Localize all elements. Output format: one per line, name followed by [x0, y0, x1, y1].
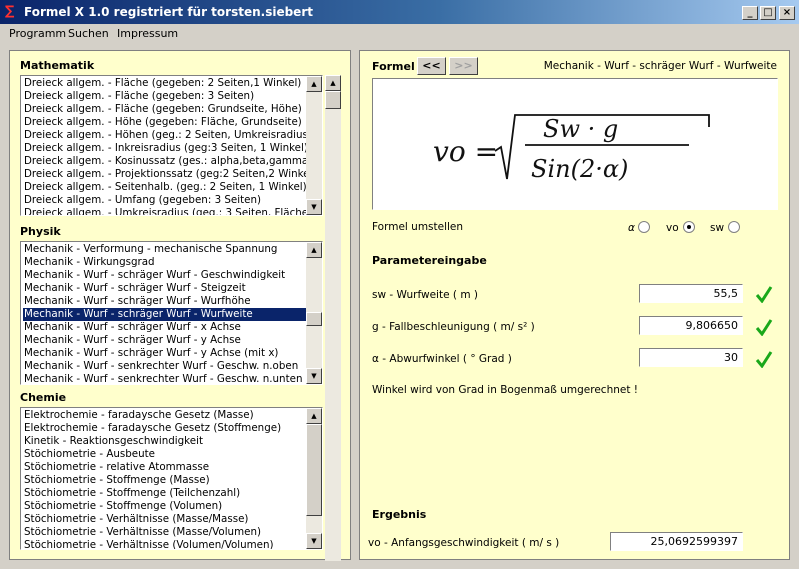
mathematik-scrollbar[interactable]: ▲ ▼ — [306, 76, 322, 215]
list-item[interactable]: Dreieck allgem. - Fläche (gegeben: 2 Sei… — [23, 77, 306, 90]
list-item[interactable]: Stöchiometrie - Stoffmenge (Masse) — [23, 474, 306, 487]
title-bar: ∑ Formel X 1.0 registriert für torsten.s… — [0, 0, 799, 24]
scroll-down-icon[interactable]: ▼ — [306, 368, 322, 384]
radio-vo-label: vo — [666, 222, 679, 234]
scroll-thumb[interactable] — [325, 91, 341, 109]
list-item[interactable]: Stöchiometrie - Verhältnisse (Masse/Mass… — [23, 513, 306, 526]
maximize-button[interactable]: □ — [760, 6, 776, 20]
next-formula-button[interactable]: >> — [449, 57, 478, 75]
list-item[interactable]: Stöchiometrie - Verhältnisse (Volumen/Vo… — [23, 539, 306, 549]
list-item[interactable]: Stöchiometrie - Verhältnisse (Masse/Volu… — [23, 526, 306, 539]
minimize-button[interactable]: _ — [742, 6, 758, 20]
chemie-scrollbar[interactable]: ▲ ▼ — [306, 408, 322, 549]
radio-sw-label: sw — [710, 222, 725, 234]
param-alpha-label: α - Abwurfwinkel ( ° Grad ) — [372, 353, 512, 365]
result-label: vo - Anfangsgeschwindigkeit ( m/ s ) — [368, 537, 560, 549]
close-button[interactable]: × — [779, 6, 795, 20]
list-item[interactable]: Dreieck allgem. - Projektionssatz (geg:2… — [23, 168, 306, 181]
umstellen-label: Formel umstellen — [372, 221, 464, 233]
list-item[interactable]: Stöchiometrie - Ausbeute — [23, 448, 306, 461]
radio-alpha-label: α — [628, 222, 635, 234]
param-sw-label: sw - Wurfweite ( m ) — [372, 289, 478, 301]
right-panel: Formel << >> Mechanik - Wurf - schräger … — [359, 50, 790, 560]
list-item[interactable]: Mechanik - Wurf - schräger Wurf - x Achs… — [23, 321, 306, 334]
chemie-list[interactable]: Elektrochemie - faradaysche Gesetz (Mass… — [20, 407, 323, 550]
list-item[interactable]: Mechanik - Wurf - schräger Wurf - Geschw… — [23, 269, 306, 282]
formula-display: vo = Sw · g Sin(2·α) — [372, 78, 778, 210]
list-item[interactable]: Dreieck allgem. - Höhen (geg.: 2 Seiten,… — [23, 129, 306, 142]
mathematik-label: Mathematik — [20, 59, 95, 72]
list-item[interactable]: Mechanik - Wurf - schräger Wurf - y Achs… — [23, 334, 306, 347]
mathematik-list[interactable]: Dreieck allgem. - Fläche (gegeben: 2 Sei… — [20, 75, 323, 216]
list-item[interactable]: Mechanik - Wurf - schräger Wurf - y Achs… — [23, 347, 306, 360]
check-icon — [755, 286, 773, 303]
list-item[interactable]: Kinetik - Reaktionsgeschwindigkeit — [23, 435, 306, 448]
param-sw-input[interactable]: 55,5 — [639, 284, 743, 303]
formula-graphic: vo = Sw · g Sin(2·α) — [433, 114, 710, 183]
list-item[interactable]: Dreieck allgem. - Fläche (gegeben: 3 Sei… — [23, 90, 306, 103]
param-alpha-input[interactable]: 30 — [639, 348, 743, 367]
chemie-label: Chemie — [20, 391, 67, 404]
menu-bar: Programm Suchen Impressum — [0, 24, 799, 43]
scroll-up-icon[interactable]: ▲ — [306, 76, 322, 92]
scroll-up-icon[interactable]: ▲ — [306, 408, 322, 424]
list-item[interactable]: Dreieck allgem. - Inkreisradius (geg:3 S… — [23, 142, 306, 155]
list-item[interactable]: Mechanik - Wurf - schräger Wurf - Wurfwe… — [23, 308, 306, 321]
param-g-label: g - Fallbeschleunigung ( m/ s² ) — [372, 321, 535, 333]
menu-suchen[interactable]: Suchen — [68, 27, 109, 40]
scroll-down-icon[interactable]: ▼ — [306, 199, 322, 215]
list-item[interactable]: Mechanik - Wurf - schräger Wurf - Steigz… — [23, 282, 306, 295]
conversion-note: Winkel wird von Grad in Bogenmaß umgerec… — [372, 384, 638, 396]
formula-numerator: Sw · g — [543, 115, 618, 143]
menu-impressum[interactable]: Impressum — [117, 27, 178, 40]
parametereingabe-header: Parametereingabe — [372, 254, 487, 267]
left-panel: Mathematik Dreieck allgem. - Fläche (geg… — [9, 50, 351, 561]
list-item[interactable]: Mechanik - Wurf - senkrechter Wurf - Ges… — [23, 360, 306, 373]
list-item[interactable]: Mechanik - Wirkungsgrad — [23, 256, 306, 269]
list-item[interactable]: Mechanik - Wurf - schräger Wurf - Wurfhö… — [23, 295, 306, 308]
scroll-thumb[interactable] — [306, 312, 322, 326]
scroll-down-icon[interactable]: ▼ — [306, 533, 322, 549]
formula-lhs: vo = — [433, 135, 498, 168]
physik-scrollbar[interactable]: ▲ ▼ — [306, 242, 322, 384]
param-g-input[interactable]: 9,806650 — [639, 316, 743, 335]
list-item[interactable]: Dreieck allgem. - Umfang (gegeben: 3 Sei… — [23, 194, 306, 207]
list-item[interactable]: Stöchiometrie - Stoffmenge (Volumen) — [23, 500, 306, 513]
list-item[interactable]: Mechanik - Verformung - mechanische Span… — [23, 243, 306, 256]
list-item[interactable]: Stöchiometrie - relative Atommasse — [23, 461, 306, 474]
scroll-thumb[interactable] — [306, 424, 322, 516]
list-item[interactable]: Elektrochemie - faradaysche Gesetz (Stof… — [23, 422, 306, 435]
result-field: 25,0692599397 — [610, 532, 743, 551]
ergebnis-header: Ergebnis — [372, 508, 427, 521]
list-item[interactable]: Dreieck allgem. - Umkreisradius (geg.: 3… — [23, 207, 306, 215]
check-icon — [755, 351, 773, 368]
list-item[interactable]: Elektrochemie - faradaysche Gesetz (Mass… — [23, 409, 306, 422]
list-item[interactable]: Dreieck allgem. - Kosinussatz (ges.: alp… — [23, 155, 306, 168]
menu-programm[interactable]: Programm — [9, 27, 66, 40]
list-item[interactable]: Dreieck allgem. - Höhe (gegeben: Fläche,… — [23, 116, 306, 129]
window-title: Formel X 1.0 registriert für torsten.sie… — [24, 5, 313, 19]
list-item[interactable]: Stöchiometrie - Stoffmenge (Teilchenzahl… — [23, 487, 306, 500]
scroll-up-icon[interactable]: ▲ — [306, 242, 322, 258]
list-item[interactable]: Dreieck allgem. - Fläche (gegeben: Grund… — [23, 103, 306, 116]
list-item[interactable]: Dreieck allgem. - Seitenhalb. (geg.: 2 S… — [23, 181, 306, 194]
list-item[interactable]: Mechanik - Wurf - senkrechter Wurf - Ges… — [23, 373, 306, 384]
formula-title: Mechanik - Wurf - schräger Wurf - Wurfwe… — [543, 60, 777, 72]
prev-formula-button[interactable]: << — [417, 57, 446, 75]
radio-alpha[interactable] — [638, 221, 650, 233]
physik-list[interactable]: Mechanik - Verformung - mechanische Span… — [20, 241, 323, 385]
radio-sw[interactable] — [728, 221, 740, 233]
radio-vo[interactable] — [683, 221, 695, 233]
formula-denominator: Sin(2·α) — [531, 155, 628, 183]
physik-label: Physik — [20, 225, 61, 238]
check-icon — [755, 319, 773, 336]
formel-label: Formel — [372, 60, 415, 73]
scroll-up-icon[interactable]: ▲ — [325, 75, 341, 91]
app-icon: ∑ — [5, 4, 15, 19]
panel-scrollbar[interactable]: ▲ — [325, 75, 341, 561]
